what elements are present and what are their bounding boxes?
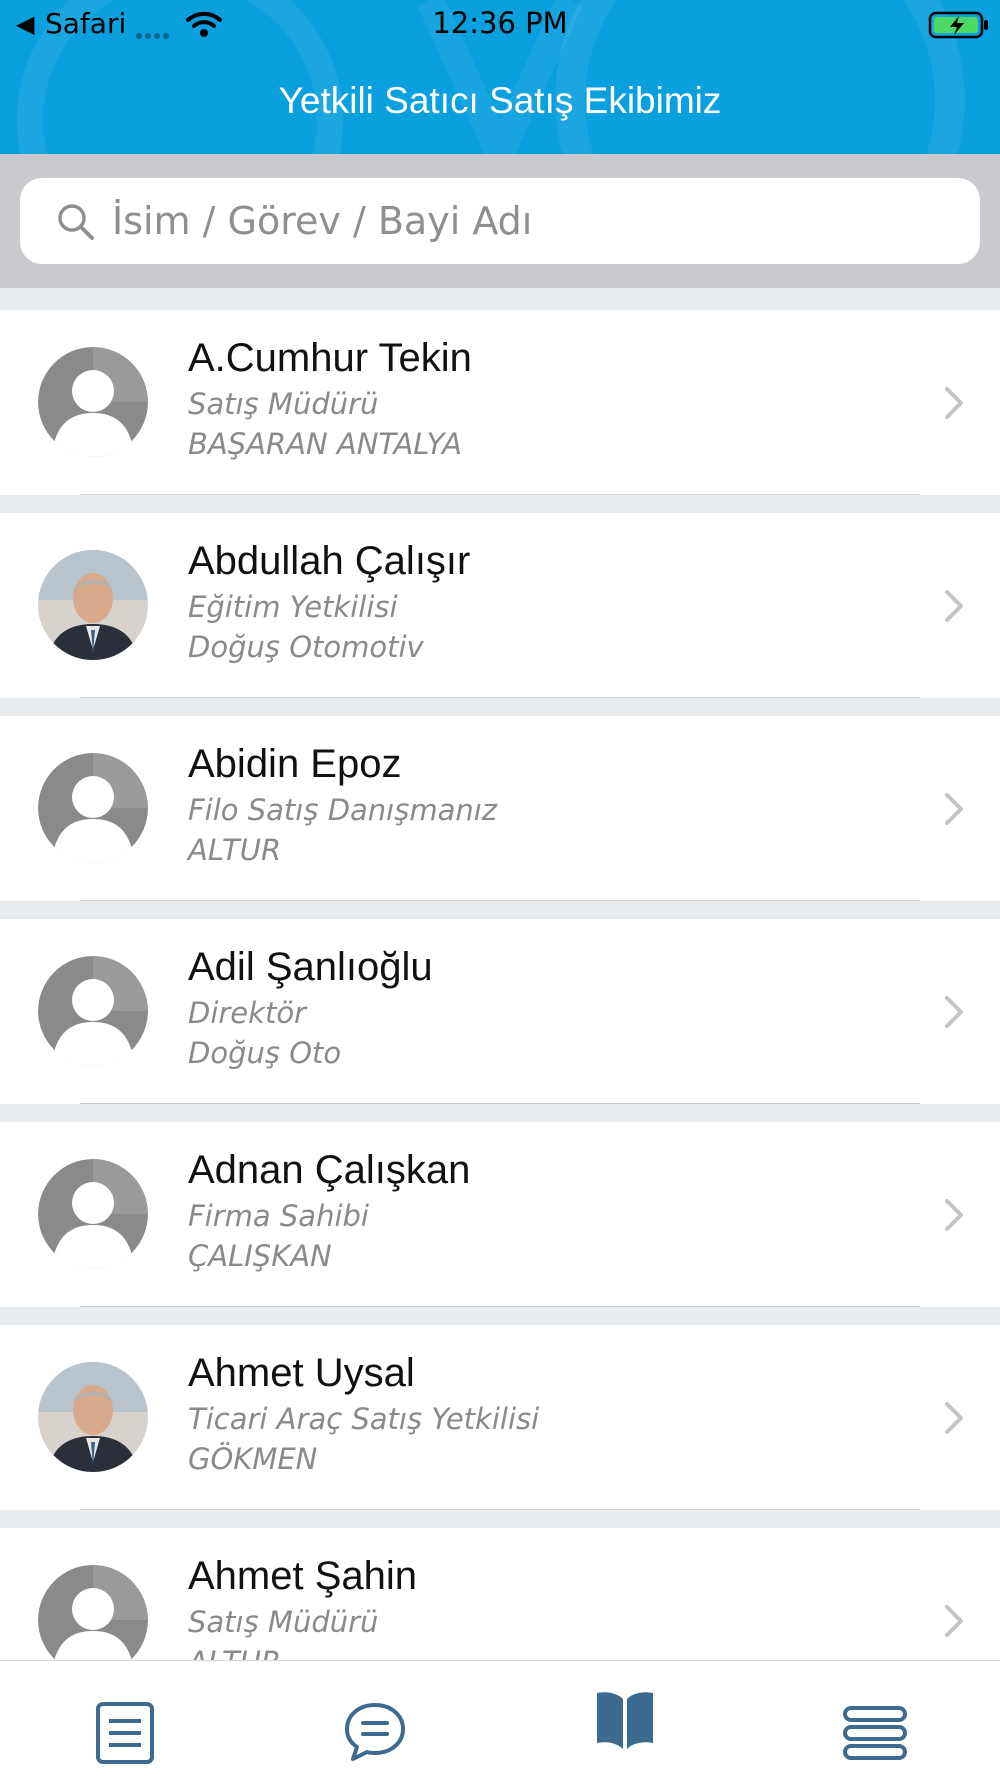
contact-row[interactable]: Abidin Epoz Filo Satış Danışmanız ALTUR (0, 716, 1000, 901)
row-separator (80, 494, 920, 495)
contact-row[interactable]: Ahmet Uysal Ticari Araç Satış Yetkilisi GÖ… (0, 1325, 1000, 1510)
contact-info: Ahmet Şahin Satış Müdürü ALTUR (188, 1552, 908, 1660)
contact-dealer: ALTUR (188, 1642, 908, 1660)
chevron-right-icon (945, 590, 963, 622)
default-avatar-icon (38, 956, 148, 1066)
status-bar: ◀ Safari 12:36 PM (0, 0, 1000, 48)
contact-role: Satış Müdürü (188, 1605, 379, 1639)
chevron-right-icon (945, 793, 963, 825)
contact-info: Abidin Epoz Filo Satış Danışmanız ALTUR (188, 740, 908, 870)
chevron-right-icon (945, 996, 963, 1028)
search-input[interactable] (112, 192, 952, 250)
contact-name: Ahmet Şahin (188, 1554, 418, 1598)
contact-name: Adnan Çalışkan (188, 1148, 471, 1192)
contact-row[interactable]: Ahmet Şahin Satış Müdürü ALTUR (0, 1528, 1000, 1660)
contact-row[interactable]: Adil Şanlıoğlu Direktör Doğuş Oto (0, 919, 1000, 1104)
default-avatar-icon (38, 753, 148, 863)
row-separator (80, 1509, 920, 1510)
open-book-icon (597, 1692, 653, 1749)
contact-role: Firma Sahibi (188, 1199, 369, 1233)
photo-avatar (38, 550, 148, 660)
stacked-menu-icon (843, 1706, 907, 1760)
contact-info: Ahmet Uysal Ticari Araç Satış Yetkilisi GÖ… (188, 1349, 908, 1479)
contact-role: Eğitim Yetkilisi (188, 590, 398, 624)
contact-dealer: Doğuş Oto (188, 1036, 342, 1070)
tab-directory[interactable] (500, 1661, 750, 1778)
search-icon (58, 204, 94, 240)
chevron-right-icon (945, 1199, 963, 1231)
chat-bubble-icon (345, 1703, 405, 1761)
chevron-right-icon (945, 387, 963, 419)
photo-avatar (38, 1362, 148, 1472)
contact-name: Abidin Epoz (188, 742, 402, 786)
contact-info: A.Cumhur Tekin Satış Müdürü BAŞARAN ANTALY… (188, 334, 908, 464)
tab-bar (0, 1660, 1000, 1778)
contact-name: Adil Şanlıoğlu (188, 945, 433, 989)
page-title: Yetkili Satıcı Satış Ekibimiz (278, 80, 722, 121)
default-avatar-icon (38, 347, 148, 457)
contact-name: A.Cumhur Tekin (188, 336, 472, 380)
row-separator (80, 1306, 920, 1307)
contact-dealer: GÖKMEN (188, 1442, 318, 1476)
chevron-right-icon (945, 1605, 963, 1637)
document-list-icon (96, 1702, 154, 1764)
battery-charging-icon (928, 11, 988, 39)
chevron-right-icon (945, 1402, 963, 1434)
app-header: ◀ Safari 12:36 PM Yetkili Satıcı Satış E… (0, 0, 1000, 154)
row-separator (80, 697, 920, 698)
contact-role: Satış Müdürü (188, 387, 379, 421)
row-separator (80, 900, 920, 901)
screen: ◀ Safari 12:36 PM Yetkili Satıcı Satış E… (0, 0, 1000, 1778)
row-separator (80, 1103, 920, 1104)
contact-list[interactable]: A.Cumhur Tekin Satış Müdürü BAŞARAN ANTALY… (0, 288, 1000, 1660)
contact-dealer: ÇALIŞKAN (188, 1239, 332, 1273)
tab-documents[interactable] (0, 1661, 250, 1778)
tab-menu[interactable] (750, 1661, 1000, 1778)
contact-role: Direktör (188, 996, 306, 1030)
default-avatar-icon (38, 1565, 148, 1660)
contact-info: Adil Şanlıoğlu Direktör Doğuş Oto (188, 943, 908, 1073)
contact-role: Filo Satış Danışmanız (188, 793, 498, 827)
contact-info: Adnan Çalışkan Firma Sahibi ÇALIŞKAN (188, 1146, 908, 1276)
contact-name: Abdullah Çalışır (188, 539, 471, 583)
contact-row[interactable]: A.Cumhur Tekin Satış Müdürü BAŞARAN ANTALY… (0, 310, 1000, 495)
contact-dealer: Doğuş Otomotiv (188, 630, 424, 664)
contact-role: Ticari Araç Satış Yetkilisi (188, 1402, 540, 1436)
contact-info: Abdullah Çalışır Eğitim Yetkilisi Doğuş Ot… (188, 537, 908, 667)
search-bar (0, 154, 1000, 288)
tab-messages[interactable] (250, 1661, 500, 1778)
status-time: 12:36 PM (432, 6, 568, 40)
contact-name: Ahmet Uysal (188, 1351, 415, 1395)
contact-dealer: ALTUR (188, 833, 282, 867)
default-avatar-icon (38, 1159, 148, 1269)
search-field[interactable] (20, 178, 980, 264)
contact-row[interactable]: Adnan Çalışkan Firma Sahibi ÇALIŞKAN (0, 1122, 1000, 1307)
contact-dealer: BAŞARAN ANTALYA (188, 427, 462, 461)
contact-row[interactable]: Abdullah Çalışır Eğitim Yetkilisi Doğuş Ot… (0, 513, 1000, 698)
